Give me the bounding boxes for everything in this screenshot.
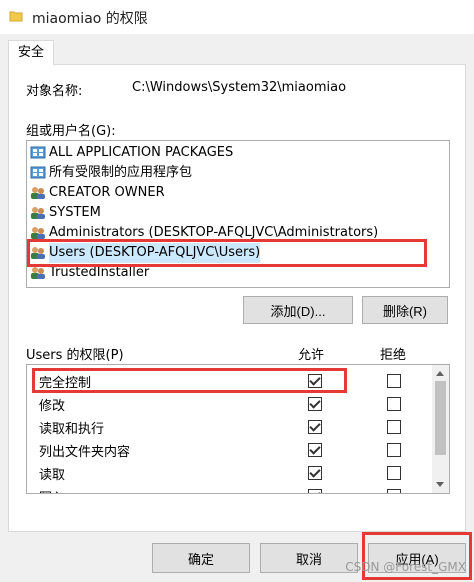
- allow-header: 允许: [298, 348, 325, 363]
- remove-button[interactable]: 删除(R): [362, 296, 448, 324]
- deny-header: 拒绝: [380, 348, 407, 363]
- permissions-scrollbar[interactable]: [432, 365, 449, 493]
- allow-checkbox[interactable]: [308, 420, 322, 434]
- table-row: 写入: [27, 484, 431, 493]
- object-name-label: 对象名称:: [26, 84, 83, 99]
- users-icon: [31, 227, 45, 239]
- allow-checkbox[interactable]: [308, 397, 322, 411]
- permissions-label: Users 的权限(P): [26, 348, 124, 363]
- list-item-label: Users (DESKTOP-AFQLJVC\Users): [49, 243, 261, 263]
- table-row: 读取和执行: [27, 415, 431, 439]
- window-title: miaomiao 的权限: [32, 11, 148, 27]
- permission-name: 修改: [39, 399, 66, 414]
- allow-checkbox[interactable]: [308, 374, 322, 388]
- table-row: 修改: [27, 392, 431, 416]
- permissions-table: 完全控制 修改 读取和执行 列出文件夹内容 读取 写入: [26, 364, 450, 494]
- users-icon: [31, 187, 45, 199]
- table-row: 完全控制: [27, 369, 431, 393]
- deny-checkbox[interactable]: [387, 374, 401, 388]
- scroll-thumb[interactable]: [435, 381, 446, 455]
- permission-name: 读取: [39, 468, 66, 483]
- groups-label: 组或用户名(G):: [26, 124, 116, 139]
- ok-button[interactable]: 确定: [152, 543, 250, 573]
- add-button[interactable]: 添加(D)...: [243, 296, 353, 324]
- table-row: 列出文件夹内容: [27, 438, 431, 462]
- users-icon: [31, 267, 45, 279]
- groups-list[interactable]: ALL APPLICATION PACKAGES 所有受限制的应用程序包 CRE…: [26, 140, 450, 288]
- deny-checkbox[interactable]: [387, 397, 401, 411]
- cancel-button[interactable]: 取消: [260, 543, 358, 573]
- users-icon: [31, 207, 45, 219]
- permission-name: 写入: [39, 487, 65, 493]
- folder-icon: [9, 11, 23, 22]
- app-packages-icon: [30, 166, 46, 179]
- permission-name: 读取和执行: [39, 422, 105, 437]
- list-item-label: TrustedInstaller: [49, 265, 150, 280]
- deny-checkbox[interactable]: [387, 443, 401, 457]
- list-item-label: Administrators (DESKTOP-AFQLJVC\Administ…: [49, 225, 379, 240]
- permission-name: 列出文件夹内容: [39, 445, 131, 460]
- object-name-value: C:\Windows\System32\miaomiao: [132, 80, 347, 95]
- users-icon: [31, 247, 45, 259]
- list-item-label: 所有受限制的应用程序包: [49, 165, 193, 180]
- scroll-up-icon[interactable]: [436, 371, 444, 376]
- title-bar: miaomiao 的权限: [0, 0, 474, 34]
- deny-checkbox[interactable]: [387, 466, 401, 480]
- list-item-label: SYSTEM: [49, 205, 101, 220]
- scroll-down-icon[interactable]: [436, 482, 444, 487]
- list-item-label: ALL APPLICATION PACKAGES: [49, 145, 234, 160]
- permission-name: 完全控制: [39, 376, 92, 391]
- app-packages-icon: [30, 146, 46, 159]
- tab-security[interactable]: 安全: [8, 40, 54, 65]
- allow-checkbox[interactable]: [308, 489, 322, 493]
- allow-checkbox[interactable]: [308, 466, 322, 480]
- allow-checkbox[interactable]: [308, 443, 322, 457]
- deny-checkbox[interactable]: [387, 489, 401, 493]
- watermark-text: CSDN @Forest_GMX: [345, 560, 466, 574]
- deny-checkbox[interactable]: [387, 420, 401, 434]
- table-row: 读取: [27, 461, 431, 485]
- list-item-label: CREATOR OWNER: [49, 185, 165, 200]
